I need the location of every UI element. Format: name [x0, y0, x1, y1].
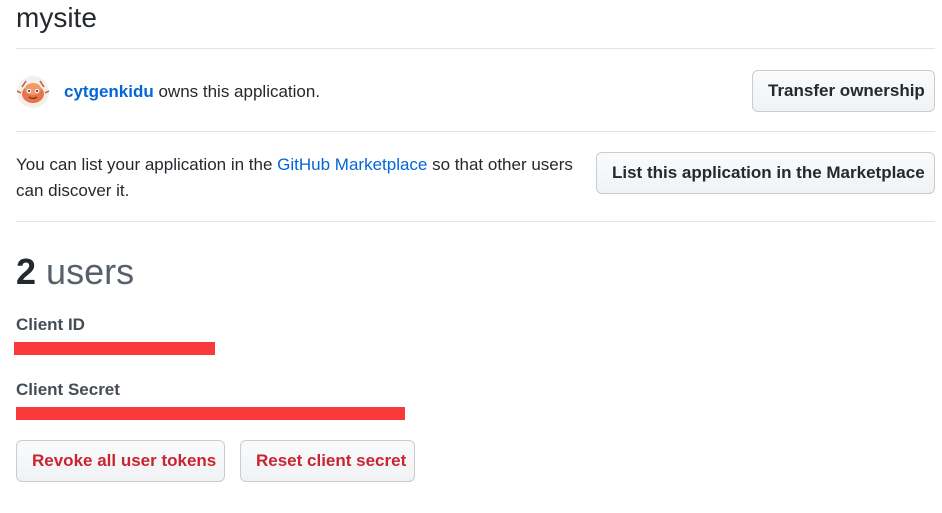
avatar[interactable]: [16, 75, 50, 109]
transfer-ownership-button[interactable]: Transfer ownership: [752, 70, 935, 112]
owner-username-link[interactable]: cytgenkidu: [64, 82, 154, 101]
users-count-number: 2: [16, 251, 37, 292]
client-secret-label: Client Secret: [16, 380, 120, 399]
divider: [16, 48, 935, 49]
divider: [16, 221, 935, 222]
marketplace-text-before: You can list your application in the: [16, 155, 278, 174]
users-count: 2 users: [16, 250, 134, 294]
marketplace-description: You can list your application in the Git…: [16, 152, 596, 204]
owner-row: cytgenkidu owns this application.: [16, 72, 320, 112]
owner-suffix: owns this application.: [153, 82, 321, 101]
reset-client-secret-button[interactable]: Reset client secret: [240, 440, 415, 482]
client-secret-redaction: [16, 407, 405, 420]
github-marketplace-link[interactable]: GitHub Marketplace: [277, 155, 427, 174]
users-count-label: users: [46, 251, 135, 292]
client-id-label: Client ID: [16, 315, 85, 334]
revoke-all-user-tokens-button[interactable]: Revoke all user tokens: [16, 440, 225, 482]
divider: [16, 131, 935, 132]
client-id-redaction: [14, 342, 215, 355]
list-in-marketplace-button[interactable]: List this application in the Marketplace: [596, 152, 935, 194]
owner-text: cytgenkidu owns this application.: [64, 80, 320, 104]
page-title: mysite: [16, 2, 97, 33]
